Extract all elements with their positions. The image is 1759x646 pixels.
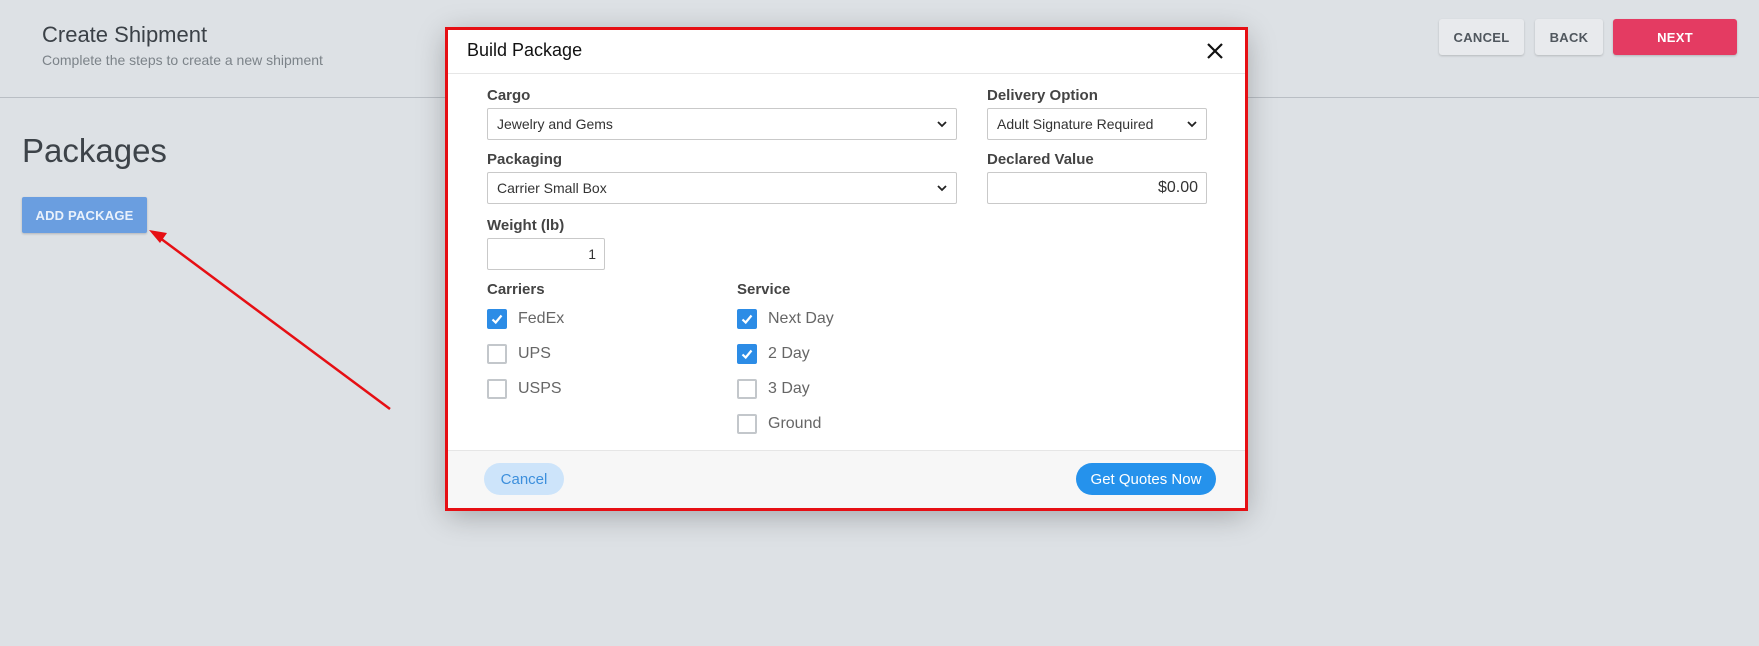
weight-label: Weight (lb) <box>487 217 565 234</box>
option-label: 3 Day <box>768 380 810 397</box>
get-quotes-button[interactable]: Get Quotes Now <box>1076 463 1216 495</box>
cancel-button[interactable]: CANCEL <box>1439 19 1524 55</box>
next-button[interactable]: NEXT <box>1613 19 1737 55</box>
chevron-down-icon <box>1187 121 1197 128</box>
checkbox-checked-icon[interactable] <box>737 309 757 329</box>
packaging-select[interactable]: Carrier Small Box <box>487 172 957 204</box>
dialog-title: Build Package <box>467 40 583 60</box>
checkbox-checked-icon[interactable] <box>737 344 757 364</box>
dialog-header: Build Package <box>447 29 1246 74</box>
carriers-option[interactable]: UPS <box>487 343 551 365</box>
page-title: Create Shipment <box>42 22 208 47</box>
weight-input[interactable] <box>487 238 605 270</box>
option-label: USPS <box>518 380 562 397</box>
service-option[interactable]: Next Day <box>737 308 834 330</box>
packaging-value: Carrier Small Box <box>497 180 607 196</box>
option-label: FedEx <box>518 310 565 327</box>
checkbox-unchecked-icon[interactable] <box>487 379 507 399</box>
checkbox-unchecked-icon[interactable] <box>487 344 507 364</box>
dialog-footer: Cancel Get Quotes Now <box>447 450 1246 509</box>
dialog-cancel-button[interactable]: Cancel <box>484 463 564 495</box>
delivery-option-select[interactable]: Adult Signature Required <box>987 108 1207 140</box>
declared-value-input[interactable] <box>987 172 1207 204</box>
checkbox-checked-icon[interactable] <box>487 309 507 329</box>
option-label: UPS <box>518 345 551 362</box>
chevron-down-icon <box>937 185 947 192</box>
cargo-label: Cargo <box>487 87 531 104</box>
build-package-dialog: Build Package Cargo Jewelry and Gems Del… <box>447 29 1246 509</box>
checkbox-unchecked-icon[interactable] <box>737 379 757 399</box>
service-option[interactable]: Ground <box>737 413 821 435</box>
carriers-option[interactable]: FedEx <box>487 308 564 330</box>
option-label: Next Day <box>768 310 834 327</box>
checkbox-unchecked-icon[interactable] <box>737 414 757 434</box>
cargo-value: Jewelry and Gems <box>497 116 613 132</box>
declared-value-label: Declared Value <box>987 151 1094 168</box>
service-label: Service <box>737 281 791 298</box>
option-label: Ground <box>768 415 822 432</box>
carriers-option[interactable]: USPS <box>487 378 562 400</box>
option-label: 2 Day <box>768 345 810 362</box>
back-button[interactable]: BACK <box>1535 19 1603 55</box>
add-package-button[interactable]: ADD PACKAGE <box>22 197 147 233</box>
service-option[interactable]: 3 Day <box>737 378 810 400</box>
chevron-down-icon <box>937 121 947 128</box>
packages-title: Packages <box>22 132 167 169</box>
page-subtitle: Complete the steps to create a new shipm… <box>42 52 323 68</box>
close-icon[interactable] <box>1204 40 1226 62</box>
delivery-option-value: Adult Signature Required <box>997 116 1154 132</box>
service-option[interactable]: 2 Day <box>737 343 810 365</box>
delivery-option-label: Delivery Option <box>987 87 1098 104</box>
packaging-label: Packaging <box>487 151 563 168</box>
carriers-label: Carriers <box>487 281 545 298</box>
cargo-select[interactable]: Jewelry and Gems <box>487 108 957 140</box>
